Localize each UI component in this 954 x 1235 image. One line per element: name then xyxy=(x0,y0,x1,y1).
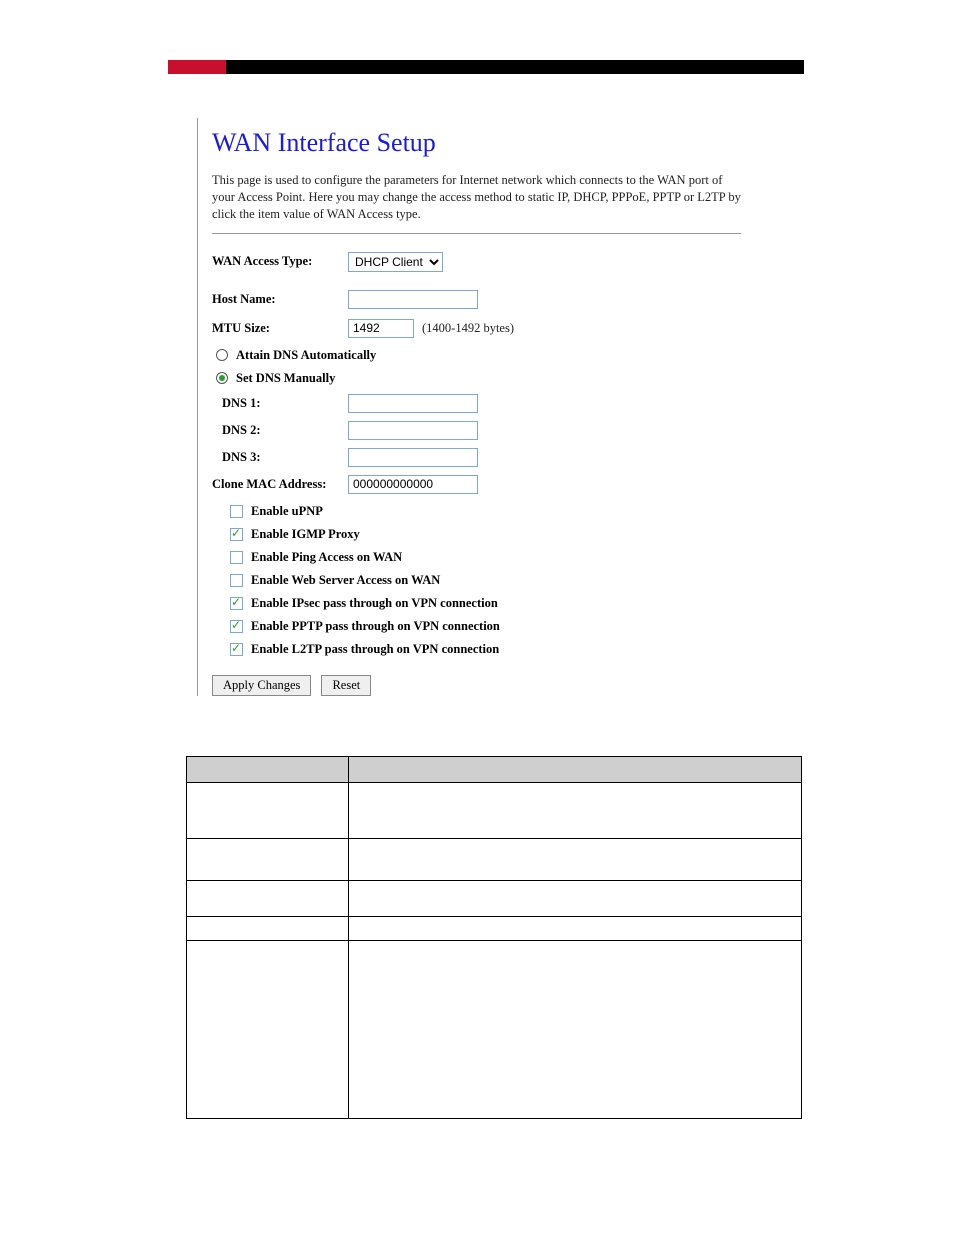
row-mtu-size: MTU Size: (1400-1492 bytes) xyxy=(212,319,741,338)
label-ipsec-pass: Enable IPsec pass through on VPN connect… xyxy=(251,596,498,611)
row-dns-2: DNS 2: xyxy=(212,421,741,440)
radio-dns-auto[interactable] xyxy=(216,349,228,361)
dns-servers-block: DNS 1: DNS 2: DNS 3: xyxy=(212,394,741,467)
check-row-pptp-pass: Enable PPTP pass through on VPN connecti… xyxy=(212,619,741,634)
label-dns-manual: Set DNS Manually xyxy=(236,371,335,386)
checkbox-igmp[interactable] xyxy=(230,528,243,541)
wan-setup-panel: WAN Interface Setup This page is used to… xyxy=(197,118,755,696)
label-pptp-pass: Enable PPTP pass through on VPN connecti… xyxy=(251,619,500,634)
check-row-web-wan: Enable Web Server Access on WAN xyxy=(212,573,741,588)
header-bar xyxy=(168,60,804,74)
row-wan-access-type: WAN Access Type: DHCP Client xyxy=(212,252,741,272)
table-header-2 xyxy=(348,757,801,783)
check-row-ipsec-pass: Enable IPsec pass through on VPN connect… xyxy=(212,596,741,611)
page-description: This page is used to configure the param… xyxy=(212,172,741,223)
select-wan-access-type[interactable]: DHCP Client xyxy=(348,252,443,272)
label-dns-3: DNS 3: xyxy=(222,450,348,465)
page-title: WAN Interface Setup xyxy=(212,128,741,158)
label-mtu-size: MTU Size: xyxy=(212,321,348,336)
label-dns-2: DNS 2: xyxy=(222,423,348,438)
table-row xyxy=(187,917,802,941)
check-row-l2tp-pass: Enable L2TP pass through on VPN connecti… xyxy=(212,642,741,657)
divider xyxy=(212,233,741,234)
input-dns-2[interactable] xyxy=(348,421,478,440)
label-dns-1: DNS 1: xyxy=(222,396,348,411)
button-row: Apply Changes Reset xyxy=(212,675,741,696)
input-host-name[interactable] xyxy=(348,290,478,309)
input-dns-1[interactable] xyxy=(348,394,478,413)
check-row-igmp: Enable IGMP Proxy xyxy=(212,527,741,542)
input-clone-mac[interactable] xyxy=(348,475,478,494)
row-dns-3: DNS 3: xyxy=(212,448,741,467)
label-web-wan: Enable Web Server Access on WAN xyxy=(251,573,440,588)
description-table xyxy=(186,756,802,1119)
check-row-upnp: Enable uPNP xyxy=(212,504,741,519)
row-dns-1: DNS 1: xyxy=(212,394,741,413)
check-row-ping-wan: Enable Ping Access on WAN xyxy=(212,550,741,565)
label-l2tp-pass: Enable L2TP pass through on VPN connecti… xyxy=(251,642,499,657)
row-host-name: Host Name: xyxy=(212,290,741,309)
input-dns-3[interactable] xyxy=(348,448,478,467)
hint-mtu-range: (1400-1492 bytes) xyxy=(422,321,514,336)
reset-button[interactable]: Reset xyxy=(321,675,371,696)
label-ping-wan: Enable Ping Access on WAN xyxy=(251,550,402,565)
label-igmp: Enable IGMP Proxy xyxy=(251,527,360,542)
label-upnp: Enable uPNP xyxy=(251,504,323,519)
apply-changes-button[interactable]: Apply Changes xyxy=(212,675,311,696)
header-accent xyxy=(168,60,226,74)
table-header-1 xyxy=(187,757,349,783)
row-clone-mac: Clone MAC Address: xyxy=(212,475,741,494)
label-dns-auto: Attain DNS Automatically xyxy=(236,348,376,363)
radio-row-dns-manual: Set DNS Manually xyxy=(212,371,741,386)
radio-dns-manual[interactable] xyxy=(216,372,228,384)
table-row xyxy=(187,783,802,839)
label-clone-mac: Clone MAC Address: xyxy=(212,477,348,492)
label-wan-access-type: WAN Access Type: xyxy=(212,254,348,269)
checkbox-ping-wan[interactable] xyxy=(230,551,243,564)
table-row xyxy=(187,941,802,1119)
input-mtu-size[interactable] xyxy=(348,319,414,338)
checkbox-ipsec-pass[interactable] xyxy=(230,597,243,610)
table-row xyxy=(187,839,802,881)
checkbox-pptp-pass[interactable] xyxy=(230,620,243,633)
label-host-name: Host Name: xyxy=(212,292,348,307)
radio-row-dns-auto: Attain DNS Automatically xyxy=(212,348,741,363)
checkbox-web-wan[interactable] xyxy=(230,574,243,587)
checkbox-l2tp-pass[interactable] xyxy=(230,643,243,656)
checkbox-upnp[interactable] xyxy=(230,505,243,518)
table-row xyxy=(187,881,802,917)
